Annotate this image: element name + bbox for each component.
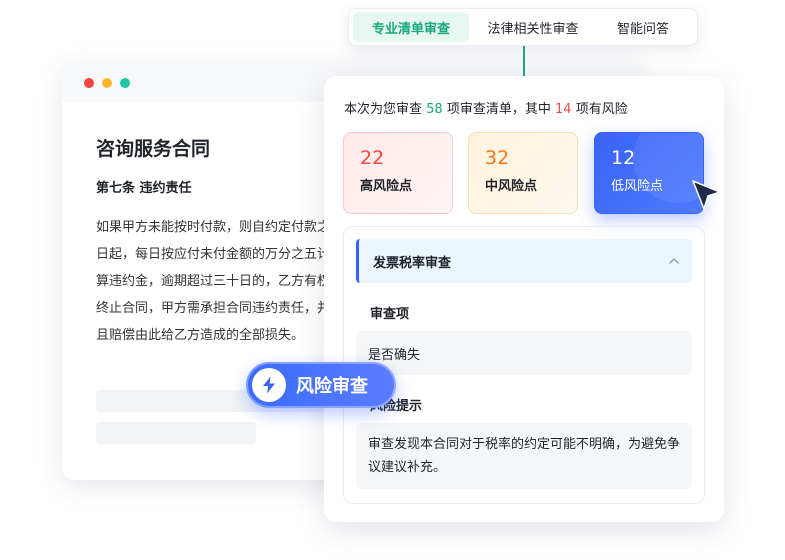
risk-review-label: 风险审查 [296, 376, 368, 397]
maximize-window-dot[interactable] [120, 78, 130, 88]
mid-risk-count: 32 [485, 147, 510, 169]
document-section-heading: 第七条 违约责任 [96, 181, 192, 196]
minimize-window-dot[interactable] [102, 78, 112, 88]
risk-review-button[interactable]: 风险审查 [246, 362, 396, 408]
close-window-dot[interactable] [84, 78, 94, 88]
lightning-icon [252, 368, 286, 402]
tab-smart-qa[interactable]: 智能问答 [597, 12, 689, 42]
document-body: 咨询服务合同 第七条 违约责任 如果甲方未能按时付款，则自约定付款之日起，每日按… [96, 134, 336, 379]
low-risk-card[interactable]: 12 低风险点 [594, 132, 704, 214]
summary-prefix: 本次为您审查 [344, 102, 423, 117]
review-item-label: 审查项 [370, 307, 410, 322]
mid-risk-label: 中风险点 [485, 179, 538, 194]
review-mode-tabs: 专业清单审查 法律相关性审查 智能问答 [348, 8, 698, 46]
high-risk-label: 高风险点 [360, 179, 413, 194]
summary-middle: 项审查清单，其中 [446, 102, 551, 117]
document-title: 咨询服务合同 [96, 138, 211, 160]
tab-professional-list-review[interactable]: 专业清单审查 [353, 12, 469, 42]
mouse-cursor-icon [692, 180, 721, 210]
detail-title: 发票税率审查 [373, 255, 452, 271]
risk-hint-value: 审查发现本合同对于税率的约定可能不明确，为避免争议建议补充。 [356, 423, 692, 489]
summary-suffix: 项有风险 [575, 102, 628, 117]
review-item-value: 是否确失 [356, 331, 692, 375]
chevron-up-icon[interactable] [668, 255, 680, 267]
mid-risk-card[interactable]: 32 中风险点 [468, 132, 578, 214]
summary-total-count: 58 [426, 102, 443, 117]
high-risk-count: 22 [360, 147, 385, 169]
document-paragraph: 如果甲方未能按时付款，则自约定付款之日起，每日按应付未付金额的万分之五计算违约金… [96, 220, 331, 343]
review-result-panel: 本次为您审查 58 项审查清单，其中 14 项有风险 22 高风险点 32 中风… [324, 76, 724, 522]
tab-legal-relevance-review[interactable]: 法律相关性审查 [469, 12, 597, 42]
placeholder-line [96, 422, 256, 444]
review-summary: 本次为您审查 58 项审查清单，其中 14 项有风险 [344, 98, 628, 117]
summary-risk-count: 14 [555, 102, 572, 117]
detail-accordion-header[interactable]: 发票税率审查 [356, 239, 692, 283]
high-risk-card[interactable]: 22 高风险点 [343, 132, 453, 214]
review-detail-card: 发票税率审查 审查项 是否确失 风险提示 审查发现本合同对于税率的约定可能不明确… [343, 226, 705, 504]
